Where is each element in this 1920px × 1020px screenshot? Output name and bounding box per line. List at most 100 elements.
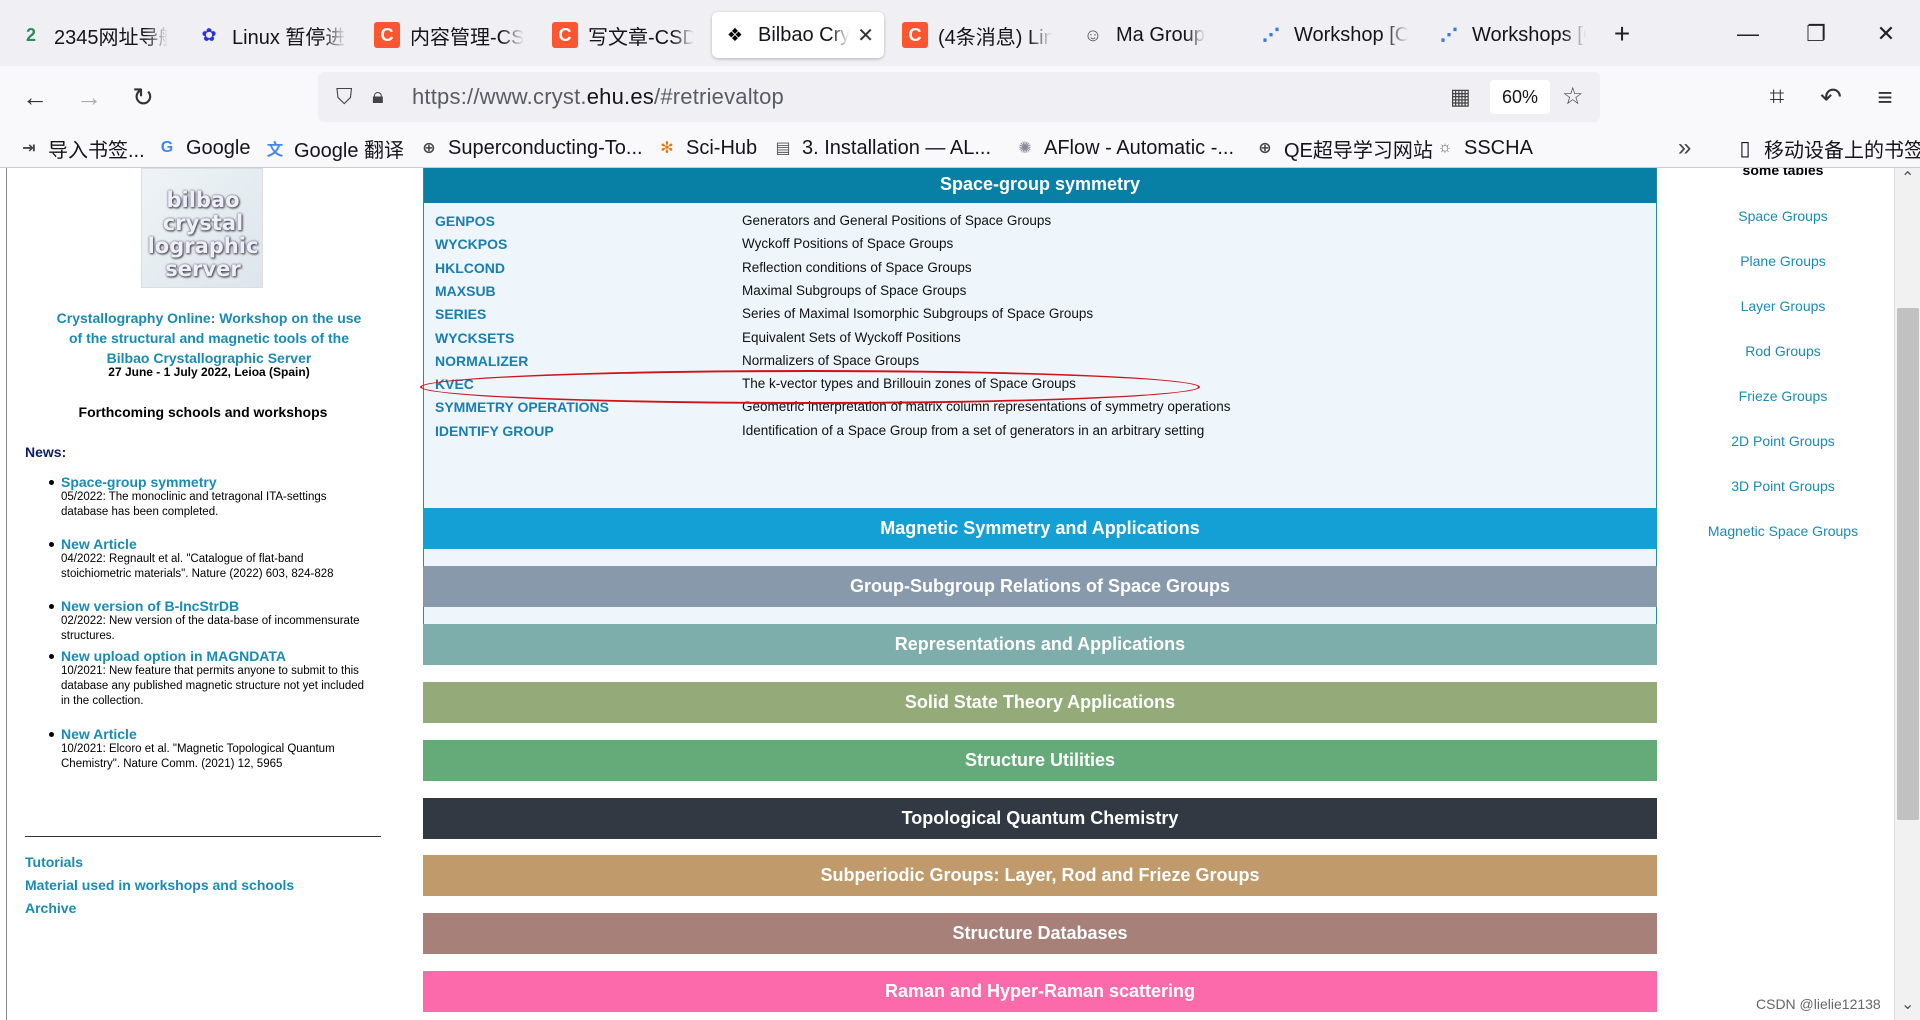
category-bar[interactable]: Group-Subgroup Relations of Space Groups xyxy=(423,565,1657,607)
category-bar[interactable]: Topological Quantum Chemistry xyxy=(423,797,1657,839)
category-bar[interactable]: Subperiodic Groups: Layer, Rod and Friez… xyxy=(423,855,1657,897)
program-link[interactable]: IDENTIFY GROUP xyxy=(435,423,554,439)
bookmark-item[interactable]: ☼ SSCHA xyxy=(1434,134,1533,162)
table-link[interactable]: 2D Point Groups xyxy=(1670,433,1896,449)
news-title-link[interactable]: Space-group symmetry xyxy=(61,474,371,490)
program-link[interactable]: GENPOS xyxy=(435,213,495,229)
list-item: New upload option in MAGNDATA 10/2021: N… xyxy=(49,648,371,709)
tab-6[interactable]: C(4条消息) Linux xyxy=(892,12,1062,58)
tab-4[interactable]: C写文章-CSDN xyxy=(542,12,704,58)
address-bar[interactable]: ⛉ 🔒︎ https://www.cryst.ehu.es/#retrieval… xyxy=(318,72,1600,122)
tutorials-link[interactable]: Tutorials xyxy=(25,854,83,870)
tab-2[interactable]: ✿Linux 暂停进程 xyxy=(186,12,356,58)
screenshot-button[interactable]: ⌗ xyxy=(1756,76,1798,118)
workshop-link[interactable]: Crystallography Online: Workshop on the … xyxy=(31,308,387,368)
program-link[interactable]: NORMALIZER xyxy=(435,353,528,369)
reload-button[interactable]: ↻ xyxy=(122,76,164,118)
news-title-link[interactable]: New Article xyxy=(61,536,371,552)
program-description: Normalizers of Space Groups xyxy=(742,352,920,368)
table-row: SERIES Series of Maximal Isomorphic Subgr… xyxy=(424,306,1656,329)
table-row: SYMMETRY OPERATIONS Geometric interpretat… xyxy=(424,399,1656,422)
forward-button[interactable]: → xyxy=(68,76,110,118)
bookmark-item[interactable]: ⊕ QE超导学习网站 xyxy=(1254,134,1433,162)
tab-3[interactable]: C内容管理-CSDN xyxy=(364,12,534,58)
zoom-level[interactable]: 60% xyxy=(1490,80,1550,114)
browser-chrome: 22345网址导航✿Linux 暂停进程C内容管理-CSDNC写文章-CSDN❖… xyxy=(0,0,1920,168)
bookmark-item[interactable]: ▤ 3. Installation — AL... xyxy=(772,134,991,162)
table-link[interactable]: Layer Groups xyxy=(1670,298,1896,314)
vertical-scrollbar[interactable]: ⌃ ⌄ xyxy=(1894,168,1920,1020)
news-title-link[interactable]: New Article xyxy=(61,726,371,742)
google-translate-icon: 文 xyxy=(266,142,283,159)
category-bar[interactable]: Raman and Hyper-Raman scattering xyxy=(423,971,1657,1013)
bookmark-item[interactable]: 文 Google 翻译 xyxy=(264,134,404,162)
tab-1[interactable]: 2 2345网址导航 xyxy=(8,12,178,58)
category-bar[interactable]: Representations and Applications xyxy=(423,623,1657,665)
mobile-bookmarks[interactable]: ▯ 移动设备上的书签 xyxy=(1734,134,1920,162)
restore-icon[interactable]: ❐ xyxy=(1796,14,1836,54)
bilbao-logo[interactable]: bilbao crystal lographic server xyxy=(141,168,263,288)
tab-8[interactable]: ⋰ Workshop [C xyxy=(1248,12,1418,58)
program-link[interactable]: MAXSUB xyxy=(435,283,496,299)
menu-button[interactable]: ≡ xyxy=(1864,76,1906,118)
scrollbar-thumb[interactable] xyxy=(1897,308,1919,820)
url-text[interactable]: https://www.cryst.ehu.es/#retrievaltop xyxy=(412,84,784,110)
space-group-symmetry-header[interactable]: Space-group symmetry xyxy=(424,168,1656,203)
bookmark-item[interactable]: G Google xyxy=(156,134,251,162)
hamburger-icon: ≡ xyxy=(1877,81,1893,112)
qr-code-icon[interactable]: ▦ xyxy=(1450,84,1471,110)
sscha-icon: ☼ xyxy=(1437,139,1453,156)
category-bar[interactable]: Solid State Theory Applications xyxy=(423,681,1657,723)
arrow-left-icon: ← xyxy=(22,81,48,112)
avatar-icon: ☺ xyxy=(1083,24,1103,45)
bookmarks-overflow-button[interactable]: » xyxy=(1678,134,1691,162)
category-bar[interactable]: Structure Databases xyxy=(423,913,1657,955)
table-link[interactable]: Frieze Groups xyxy=(1670,388,1896,404)
bookmark-item[interactable]: ⊕ Superconducting-To... xyxy=(418,134,642,162)
table-row: WYCKSETS Equivalent Sets of Wyckoff Posit… xyxy=(424,330,1656,353)
table-link[interactable]: Magnetic Space Groups xyxy=(1670,523,1896,539)
bilbao-icon: ❖ xyxy=(726,24,744,45)
forthcoming-workshops-link[interactable]: Forthcoming schools and workshops xyxy=(7,404,399,420)
program-link[interactable]: WYCKSETS xyxy=(435,330,514,346)
program-description: Wyckoff Positions of Space Groups xyxy=(742,236,954,252)
tab-bar: 22345网址导航✿Linux 暂停进程C内容管理-CSDNC写文章-CSDN❖… xyxy=(0,0,1920,66)
archive-link[interactable]: Archive xyxy=(25,900,76,916)
program-link[interactable]: SYMMETRY OPERATIONS xyxy=(435,399,609,415)
scihub-icon: ✻ xyxy=(660,140,674,157)
undo-icon: ↶ xyxy=(1820,81,1842,112)
undo-button[interactable]: ↶ xyxy=(1810,76,1852,118)
category-bar[interactable]: Structure Utilities xyxy=(423,739,1657,781)
back-button[interactable]: ← xyxy=(14,76,56,118)
chevron-down-icon[interactable]: ⌄ xyxy=(1901,994,1914,1014)
navigation-bar: ← → ↻ ⛉ 🔒︎ https://www.cryst.ehu.es/#ret… xyxy=(0,66,1920,128)
workshop-materials-link[interactable]: Material used in workshops and schools xyxy=(25,877,294,893)
tab-7[interactable]: ☺ Ma Group xyxy=(1070,12,1240,58)
lock-icon: 🔒︎ xyxy=(372,83,384,108)
star-icon[interactable]: ☆ xyxy=(1562,82,1584,111)
chevron-up-icon[interactable]: ⌃ xyxy=(1901,168,1914,188)
tab-9[interactable]: ⋰ Workshops [C xyxy=(1426,12,1596,58)
close-window-icon[interactable]: ✕ xyxy=(1866,14,1906,54)
news-title-link[interactable]: New upload option in MAGNDATA xyxy=(61,648,371,664)
table-link[interactable]: 3D Point Groups xyxy=(1670,478,1896,494)
close-icon[interactable]: ✕ xyxy=(857,23,874,48)
bookmarks-toolbar: » ▯ 移动设备上的书签 ⇥ 导入书签... G Google 文 Google 翻译 ⊕ Su… xyxy=(0,128,1920,168)
bookmark-item[interactable]: ✺ AFlow - Automatic -... xyxy=(1014,134,1234,162)
bookmark-item[interactable]: ✻ Sci-Hub xyxy=(656,134,757,162)
bookmark-item[interactable]: ⇥ 导入书签... xyxy=(18,134,144,162)
table-link[interactable]: Plane Groups xyxy=(1670,253,1896,269)
table-link[interactable]: Space Groups xyxy=(1670,208,1896,224)
category-bar[interactable]: Magnetic Symmetry and Applications xyxy=(423,508,1657,549)
news-title-link[interactable]: New version of B-IncStrDB xyxy=(61,598,371,614)
table-row: WYCKPOS Wyckoff Positions of Space Groups xyxy=(424,236,1656,259)
table-link[interactable]: Rod Groups xyxy=(1670,343,1896,359)
program-link[interactable]: SERIES xyxy=(435,306,486,322)
tab-5[interactable]: ❖Bilbao Crystallographic✕ xyxy=(712,12,884,58)
new-tab-button[interactable]: + xyxy=(1602,14,1642,54)
crop-icon: ⌗ xyxy=(1769,81,1785,111)
program-link[interactable]: HKLCOND xyxy=(435,260,505,276)
minimize-icon[interactable]: — xyxy=(1728,14,1768,54)
csdn-icon: C xyxy=(374,22,400,48)
program-link[interactable]: WYCKPOS xyxy=(435,236,507,252)
